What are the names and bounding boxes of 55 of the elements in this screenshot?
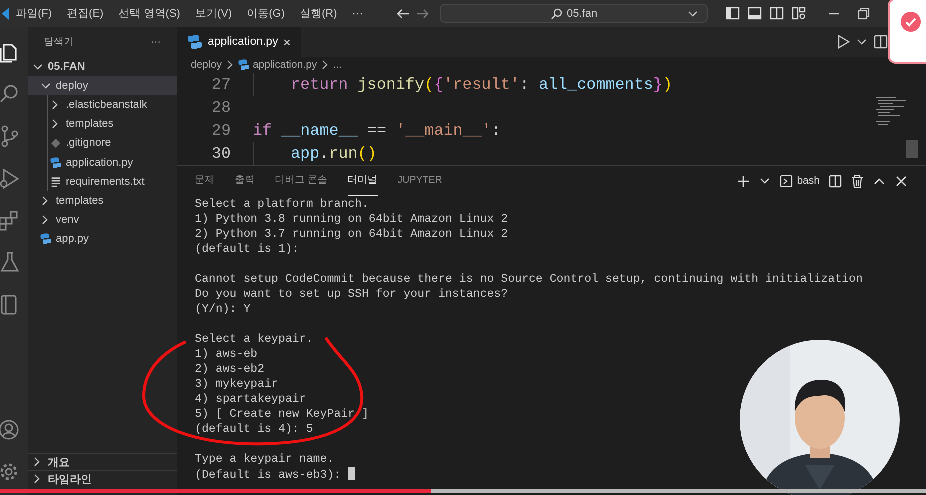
tree-item[interactable]: templates <box>28 191 177 210</box>
terminal-line: (default is 4): 5 <box>195 422 314 437</box>
tree-item[interactable]: app.py <box>28 230 177 249</box>
menu-item[interactable]: 실행(R) <box>294 6 344 21</box>
panel-tab[interactable]: JUPYTER <box>398 166 442 196</box>
terminal-line: 2) aws-eb2 <box>195 362 266 377</box>
menu-item[interactable]: 파일(F) <box>10 6 58 21</box>
terminal-line: Select a keypair. <box>195 332 314 347</box>
terminal-line: 2) Python 3.7 running on 64bit Amazon Linux 2 <box>195 227 510 242</box>
menu-item[interactable]: 선택 영역(S) <box>112 6 186 21</box>
close-tab-button[interactable]: × <box>283 34 291 50</box>
terminal-line: Type a keypair name. <box>195 452 336 467</box>
tree-item[interactable]: application.py <box>28 152 177 172</box>
terminal-line: Select a platform branch. <box>195 197 370 212</box>
breadcrumb-item[interactable]: deploy <box>191 59 222 71</box>
panel-tab[interactable]: 문제 <box>195 166 215 196</box>
panel-tab[interactable]: 출력 <box>235 166 255 196</box>
terminal-line: 5) [ Create new KeyPair ] <box>195 407 370 422</box>
terminal-line: (Y/n): Y <box>195 302 252 317</box>
tree-item[interactable]: venv <box>28 210 177 230</box>
menu-item[interactable]: 이동(G) <box>241 6 292 21</box>
terminal-line: Do you want to set up SSH for your instances? <box>195 287 510 302</box>
line-number: 30 <box>210 144 232 162</box>
search-text: 05.fan <box>567 8 598 20</box>
terminal-line: 4) spartakeypair <box>195 392 308 407</box>
folder-header[interactable]: 05.FAN <box>28 57 177 76</box>
line-number: 28 <box>210 98 232 116</box>
terminal-line: (Default is aws-eb3): <box>195 469 342 482</box>
code-line: if __name__ == '__main__': <box>253 120 501 142</box>
terminal-line: 3) mykeypair <box>195 377 280 392</box>
breadcrumb-item[interactable]: application.py <box>252 59 318 71</box>
line-number: 29 <box>210 122 232 140</box>
command-search-field[interactable]: 05.fan <box>440 4 708 23</box>
tree-item[interactable]: templates <box>28 114 177 134</box>
menu-item[interactable]: 편집(E) <box>61 6 110 21</box>
line-number: 27 <box>210 76 232 94</box>
editor-tab[interactable]: application.py × <box>177 27 301 57</box>
terminal-line: 1) aws-eb <box>195 347 259 362</box>
code-line: return jsonify({'result': all_comments}) <box>253 73 673 96</box>
tree-item[interactable]: requirements.txt <box>28 172 177 192</box>
panel-tab[interactable]: 디버그 콘솔 <box>275 166 328 196</box>
tree-item[interactable]: deploy <box>28 76 177 96</box>
terminal-line: 1) Python 3.8 running on 64bit Amazon Linux 2 <box>195 212 510 227</box>
breadcrumb-item[interactable]: ... <box>333 59 342 71</box>
more-menu-button[interactable]: ··· <box>346 8 370 20</box>
tree-item[interactable]: .gitignore <box>28 134 177 153</box>
menu-item[interactable]: 보기(V) <box>189 6 238 21</box>
panel-tab[interactable]: 터미널 <box>348 166 378 196</box>
terminal-line: Cannot setup CodeCommit because there is no Source Control setup, continuing with initialization <box>195 272 864 287</box>
terminal-shell-button[interactable]: bash <box>780 174 820 188</box>
folder-name: 05.FAN <box>48 60 86 73</box>
more-actions-button[interactable]: ··· <box>151 36 161 48</box>
tree-item[interactable]: .elasticbeanstalk <box>28 95 177 115</box>
terminal-line: (default is 1): <box>195 242 300 257</box>
sidebar-title: 탐색기 <box>44 36 74 49</box>
